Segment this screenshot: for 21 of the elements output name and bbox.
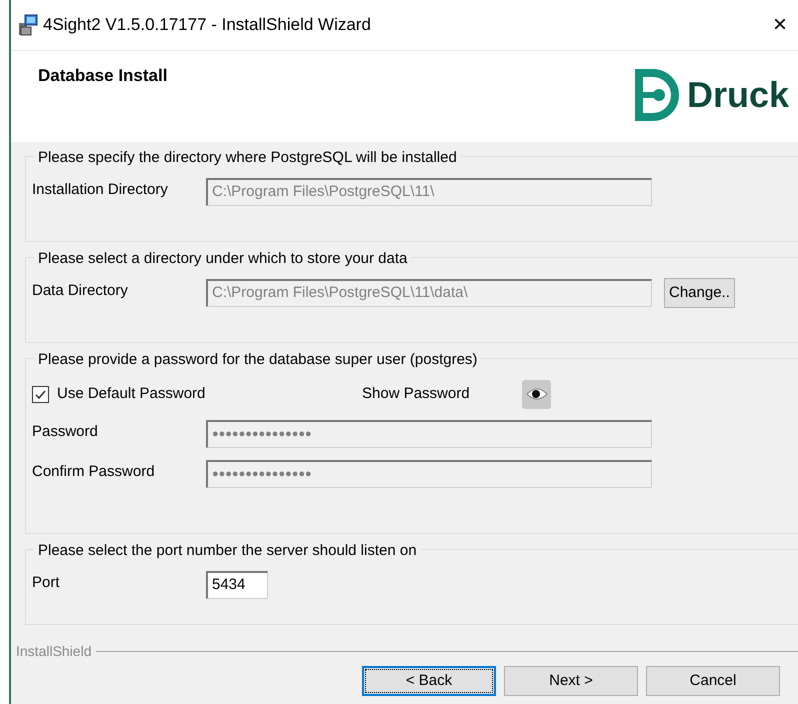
wizard-button[interactable]: < Back [362, 666, 496, 696]
wizard-button[interactable]: Cancel [646, 666, 780, 696]
eye-button[interactable] [522, 380, 551, 408]
port-field[interactable]: 5434 [206, 571, 268, 599]
wizard-button[interactable]: Next > [504, 666, 638, 696]
eye-icon [526, 387, 548, 401]
field-label: Port [32, 573, 61, 593]
checkbox-label: Use Default Password [57, 384, 206, 404]
field-label: Confirm Password [32, 462, 156, 482]
checkmark-icon [34, 388, 47, 400]
checkbox[interactable] [32, 386, 49, 402]
installer-icon [17, 13, 39, 37]
field-label: Data Directory [32, 281, 129, 301]
field-label: Password [32, 422, 99, 442]
logo-text: Druck [686, 73, 789, 117]
page-title: Database Install [38, 65, 168, 87]
toggle-label: Show Password [362, 384, 471, 404]
brand-label: InstallShield [16, 642, 92, 661]
field-label: Installation Directory [32, 180, 169, 200]
window-title: 4Sight2 V1.5.0.17177 - InstallShield Wizard [43, 14, 371, 36]
close-button[interactable]: × [772, 13, 787, 37]
